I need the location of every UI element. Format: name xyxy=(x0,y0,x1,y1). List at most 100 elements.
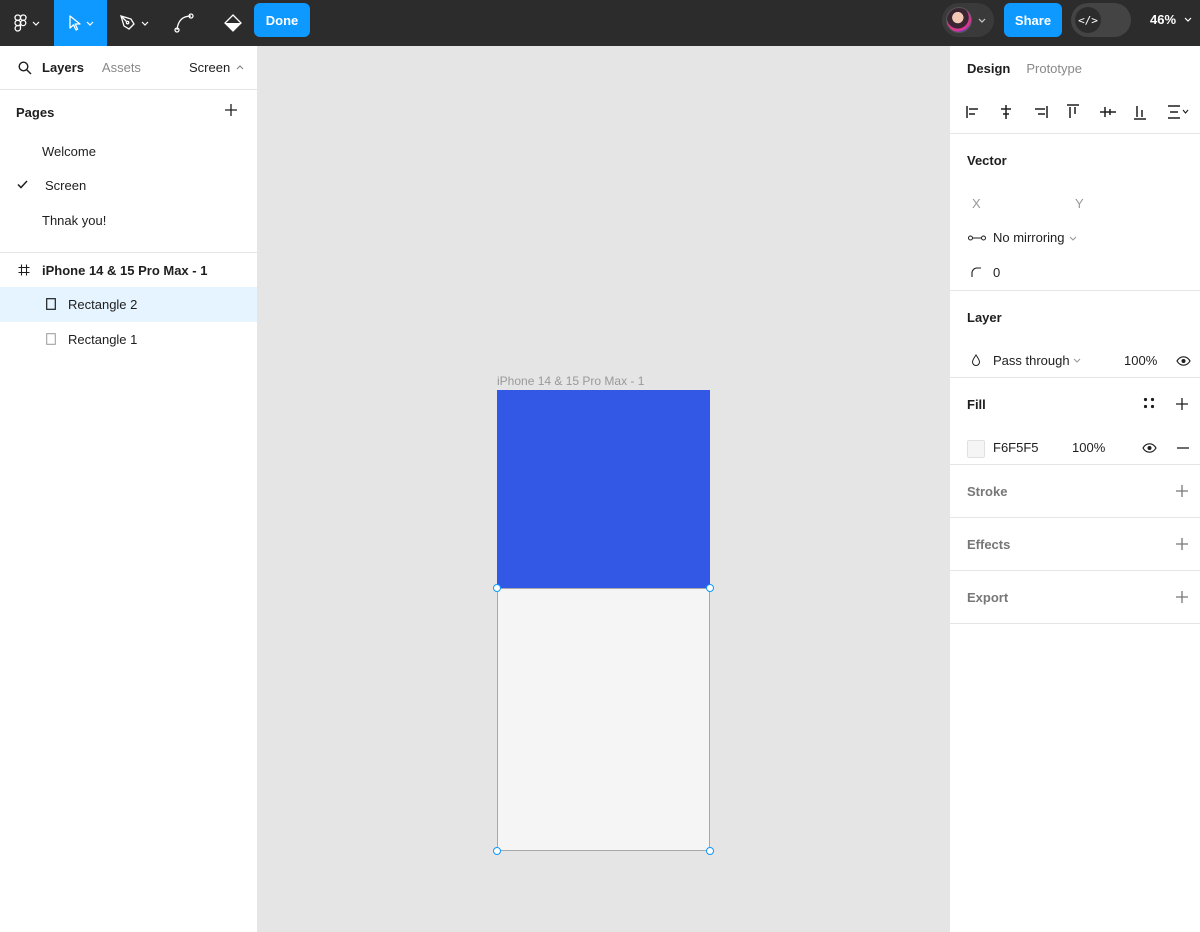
add-effect-icon[interactable] xyxy=(1175,537,1189,551)
vector-section: Vector X Y No mirroring 0 xyxy=(950,134,1200,291)
fill-header: Fill xyxy=(950,378,1200,430)
vector-title: Vector xyxy=(967,152,1007,168)
rectangle-2[interactable] xyxy=(497,390,710,588)
layer-section: Layer Pass through 100% xyxy=(950,291,1200,378)
share-button[interactable]: Share xyxy=(1004,3,1062,37)
bend-tool-icon xyxy=(174,13,194,33)
tab-design[interactable]: Design xyxy=(967,61,1010,76)
layer-label: iPhone 14 & 15 Pro Max - 1 xyxy=(42,262,208,278)
layer-label: Rectangle 1 xyxy=(68,331,138,347)
blend-mode-row[interactable]: Pass through 100% xyxy=(950,343,1200,378)
align-horizontal-center-icon xyxy=(1001,104,1012,119)
layer-title: Layer xyxy=(967,309,1002,325)
blend-mode-value: Pass through xyxy=(993,352,1070,368)
add-page-icon[interactable] xyxy=(224,103,238,117)
top-toolbar: Done Share </> 46% xyxy=(0,0,1200,46)
search-icon[interactable] xyxy=(18,60,32,75)
frame-icon xyxy=(18,264,30,276)
chevron-down-icon xyxy=(1069,236,1077,241)
chevron-down-icon xyxy=(86,21,93,26)
align-vertical-center-icon xyxy=(1099,106,1116,117)
stroke-title: Stroke xyxy=(967,483,1008,499)
fill-section: Fill F6F5F5 100% xyxy=(950,378,1200,465)
visibility-eye-icon[interactable] xyxy=(1176,356,1191,366)
pages-header: Pages xyxy=(0,90,257,134)
y-field[interactable]: Y xyxy=(1075,196,1084,211)
bend-tool-button[interactable] xyxy=(161,0,207,46)
resize-handle-top-right[interactable] xyxy=(706,584,714,592)
layer-label: Rectangle 2 xyxy=(68,297,138,313)
layer-item-rectangle-1[interactable]: Rectangle 1 xyxy=(0,322,257,357)
user-menu[interactable] xyxy=(942,3,994,37)
tab-layers[interactable]: Layers xyxy=(42,60,84,75)
chevron-down-icon xyxy=(1073,358,1081,363)
styles-grid-icon[interactable] xyxy=(1143,397,1155,409)
align-center-v-button[interactable] xyxy=(1099,105,1133,119)
corner-radius-row[interactable]: 0 xyxy=(950,255,1200,290)
corner-radius-value: 0 xyxy=(993,264,1001,280)
pen-tool-button[interactable] xyxy=(107,0,161,46)
align-top-icon xyxy=(1067,103,1080,118)
pages-title: Pages xyxy=(16,104,55,120)
layer-opacity[interactable]: 100% xyxy=(1124,353,1157,368)
distribute-button[interactable] xyxy=(1167,104,1200,119)
effects-section: Effects xyxy=(950,518,1200,571)
fill-tool-button[interactable] xyxy=(207,0,259,46)
figma-menu-icon xyxy=(14,14,27,32)
tab-assets[interactable]: Assets xyxy=(102,60,141,75)
zoom-level: 46% xyxy=(1150,12,1177,27)
fill-row[interactable]: F6F5F5 100% xyxy=(950,430,1200,465)
frame-label[interactable]: iPhone 14 & 15 Pro Max - 1 xyxy=(497,374,644,388)
remove-fill-icon[interactable] xyxy=(1177,447,1189,449)
rectangle-1-selected[interactable] xyxy=(497,588,710,851)
rectangle-icon xyxy=(46,333,56,345)
align-right-button[interactable] xyxy=(1033,105,1066,119)
page-selector-label: Screen xyxy=(189,60,231,75)
visibility-eye-icon[interactable] xyxy=(1142,443,1157,453)
add-fill-icon[interactable] xyxy=(1175,397,1189,411)
chevron-down-icon xyxy=(1184,17,1192,22)
move-tool-button[interactable] xyxy=(54,0,107,46)
align-bottom-button[interactable] xyxy=(1133,104,1166,120)
align-center-h-button[interactable] xyxy=(999,104,1032,119)
done-button[interactable]: Done xyxy=(254,3,310,37)
page-item-welcome[interactable]: Welcome xyxy=(0,134,257,169)
alignment-toolbar xyxy=(950,90,1200,134)
align-left-button[interactable] xyxy=(966,105,999,119)
mirroring-icon xyxy=(968,235,986,241)
blend-drop-icon xyxy=(971,354,981,366)
resize-handle-bottom-left[interactable] xyxy=(493,847,501,855)
page-selector[interactable]: Screen xyxy=(189,60,244,75)
corner-radius-icon xyxy=(971,267,981,278)
effects-header: Effects xyxy=(950,518,1200,570)
chevron-down-icon xyxy=(978,18,986,23)
page-item-thank-you[interactable]: Thnak you! xyxy=(0,203,257,238)
tab-prototype[interactable]: Prototype xyxy=(1026,61,1082,76)
fill-opacity[interactable]: 100% xyxy=(1072,440,1105,455)
add-export-icon[interactable] xyxy=(1175,590,1189,604)
resize-handle-bottom-right[interactable] xyxy=(706,847,714,855)
resize-handle-top-left[interactable] xyxy=(493,584,501,592)
layer-item-frame[interactable]: iPhone 14 & 15 Pro Max - 1 xyxy=(0,253,257,288)
align-right-icon xyxy=(1034,105,1048,118)
page-label: Welcome xyxy=(42,143,96,159)
position-row: X Y xyxy=(950,186,1200,221)
canvas[interactable]: iPhone 14 & 15 Pro Max - 1 xyxy=(258,46,949,932)
chevron-up-icon xyxy=(236,65,244,70)
zoom-menu[interactable]: 46% xyxy=(1150,12,1192,27)
layer-item-rectangle-2[interactable]: Rectangle 2 xyxy=(0,287,257,322)
align-top-button[interactable] xyxy=(1066,103,1099,120)
fill-hex-value[interactable]: F6F5F5 xyxy=(993,440,1039,455)
main-menu-button[interactable] xyxy=(0,0,54,46)
right-panel: Design Prototype Vector X Y No mirroring… xyxy=(949,46,1200,932)
add-stroke-icon[interactable] xyxy=(1175,484,1189,498)
mirroring-row[interactable]: No mirroring xyxy=(950,221,1200,256)
move-tool-icon xyxy=(68,15,81,31)
fill-color-swatch[interactable] xyxy=(967,440,985,458)
align-left-icon xyxy=(966,105,978,118)
dev-mode-toggle[interactable]: </> xyxy=(1071,3,1131,37)
export-title: Export xyxy=(967,589,1009,605)
x-field[interactable]: X xyxy=(972,196,981,211)
fill-title: Fill xyxy=(967,396,986,412)
page-item-screen[interactable]: Screen xyxy=(0,169,257,204)
